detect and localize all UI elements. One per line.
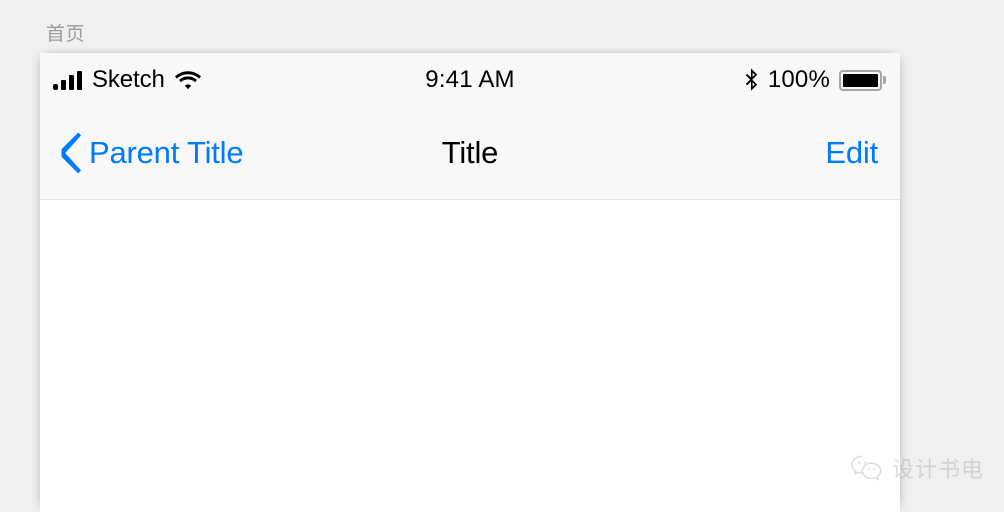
page-title: Title bbox=[441, 135, 499, 170]
breadcrumb: 首页 bbox=[46, 24, 86, 45]
watermark-text: 设计书电 bbox=[891, 457, 984, 482]
watermark: 设计书电 bbox=[850, 452, 984, 484]
bluetooth-icon bbox=[745, 68, 759, 92]
signal-bars-icon bbox=[53, 70, 82, 90]
status-bar: Sketch 9:41 AM 100% bbox=[40, 53, 900, 107]
edit-button[interactable]: Edit bbox=[825, 107, 878, 199]
carrier-name: Sketch bbox=[92, 66, 165, 93]
nav-title-container: Title bbox=[40, 107, 900, 199]
edit-button-label: Edit bbox=[825, 135, 878, 170]
status-bar-left-group: Sketch bbox=[53, 53, 201, 107]
battery-full-icon bbox=[839, 69, 886, 91]
device-frame: Sketch 9:41 AM 100% Parent Title Title E… bbox=[40, 53, 900, 512]
wechat-icon bbox=[850, 454, 884, 483]
content-area bbox=[40, 200, 900, 512]
status-bar-right-group: 100% bbox=[745, 53, 886, 107]
battery-percent: 100% bbox=[767, 66, 830, 93]
status-time: 9:41 AM bbox=[425, 66, 515, 93]
navigation-bar: Parent Title Title Edit bbox=[40, 107, 900, 200]
wifi-icon bbox=[174, 70, 201, 90]
